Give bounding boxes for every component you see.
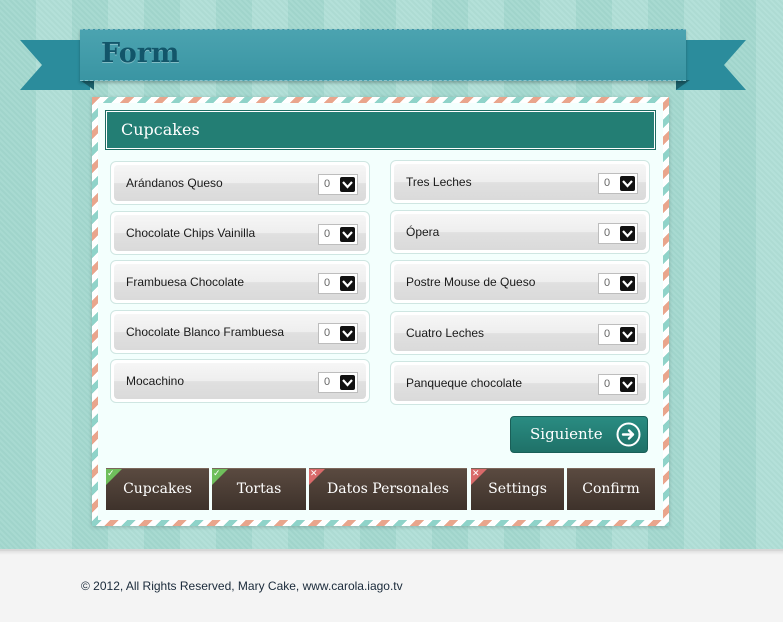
list-item: Arándanos Queso 0: [110, 161, 370, 205]
chevron-down-icon[interactable]: [340, 326, 355, 341]
step-tab-label: Datos Personales: [327, 481, 449, 497]
chevron-down-icon[interactable]: [620, 327, 635, 342]
list-item: Frambuesa Chocolate 0: [110, 260, 370, 304]
step-tab-datos-personales[interactable]: ✕ Datos Personales: [309, 468, 467, 510]
list-item: Cuatro Leches 0: [390, 311, 650, 355]
quantity-select[interactable]: 0: [598, 273, 638, 294]
quantity-select[interactable]: 0: [318, 273, 358, 294]
chevron-down-icon[interactable]: [340, 227, 355, 242]
quantity-select[interactable]: 0: [598, 374, 638, 395]
step-tab-tortas[interactable]: ✓ Tortas: [212, 468, 306, 510]
quantity-select[interactable]: 0: [598, 173, 638, 194]
step-tab-label: Tortas: [236, 481, 282, 497]
list-item: Chocolate Chips Vainilla 0: [110, 211, 370, 255]
step-tab-confirm[interactable]: Confirm: [567, 468, 655, 510]
item-label: Chocolate Chips Vainilla: [126, 226, 256, 240]
list-item: Panqueque chocolate 0: [390, 361, 650, 405]
section-header: Cupcakes: [105, 110, 656, 150]
quantity-value: 0: [604, 378, 611, 390]
list-item: Postre Mouse de Queso 0: [390, 260, 650, 304]
quantity-value: 0: [604, 328, 611, 340]
form-card: Cupcakes Arándanos Queso 0 Chocolate Chi…: [92, 97, 669, 526]
item-label: Panqueque chocolate: [406, 376, 523, 390]
quantity-select[interactable]: 0: [598, 223, 638, 244]
next-button-label: Siguiente: [530, 425, 603, 443]
item-label: Arándanos Queso: [126, 176, 223, 190]
chevron-down-icon[interactable]: [620, 377, 635, 392]
list-item: Ópera 0: [390, 210, 650, 254]
arrow-right-circle-icon: [616, 422, 641, 447]
step-tab-label: Confirm: [582, 481, 640, 497]
item-label: Postre Mouse de Queso: [406, 275, 536, 289]
step-tab-label: Settings: [488, 481, 547, 497]
quantity-value: 0: [324, 277, 331, 289]
item-label: Cuatro Leches: [406, 326, 485, 340]
quantity-value: 0: [604, 177, 611, 189]
step-tab-label: Cupcakes: [123, 481, 192, 497]
step-tab-settings[interactable]: ✕ Settings: [471, 468, 564, 510]
form-card-body: Cupcakes Arándanos Queso 0 Chocolate Chi…: [98, 103, 663, 520]
quantity-select[interactable]: 0: [318, 372, 358, 393]
quantity-select[interactable]: 0: [318, 323, 358, 344]
quantity-value: 0: [604, 277, 611, 289]
chevron-down-icon[interactable]: [340, 177, 355, 192]
quantity-value: 0: [324, 228, 331, 240]
chevron-down-icon[interactable]: [620, 276, 635, 291]
item-label: Ópera: [406, 225, 440, 239]
quantity-value: 0: [324, 327, 331, 339]
quantity-select[interactable]: 0: [598, 324, 638, 345]
chevron-down-icon[interactable]: [340, 375, 355, 390]
list-item: Tres Leches 0: [390, 160, 650, 204]
section-title: Cupcakes: [121, 120, 200, 139]
quantity-value: 0: [324, 178, 331, 190]
quantity-value: 0: [324, 376, 331, 388]
item-label: Tres Leches: [406, 175, 472, 189]
item-label: Frambuesa Chocolate: [126, 275, 245, 289]
quantity-value: 0: [604, 227, 611, 239]
step-tab-cupcakes[interactable]: ✓ Cupcakes: [106, 468, 209, 510]
chevron-down-icon[interactable]: [620, 176, 635, 191]
list-item: Chocolate Blanco Frambuesa 0: [110, 310, 370, 354]
quantity-select[interactable]: 0: [318, 224, 358, 245]
chevron-down-icon[interactable]: [340, 276, 355, 291]
quantity-select[interactable]: 0: [318, 174, 358, 195]
next-button[interactable]: Siguiente: [510, 416, 648, 453]
item-label: Mocachino: [126, 374, 185, 388]
footer: © 2012, All Rights Reserved, Mary Cake, …: [0, 549, 783, 622]
item-label: Chocolate Blanco Frambuesa: [126, 325, 285, 339]
page-title: Form: [101, 38, 180, 69]
ribbon-banner: Form: [80, 29, 686, 81]
list-item: Mocachino 0: [110, 359, 370, 403]
chevron-down-icon[interactable]: [620, 226, 635, 241]
footer-copyright: © 2012, All Rights Reserved, Mary Cake, …: [81, 579, 403, 593]
